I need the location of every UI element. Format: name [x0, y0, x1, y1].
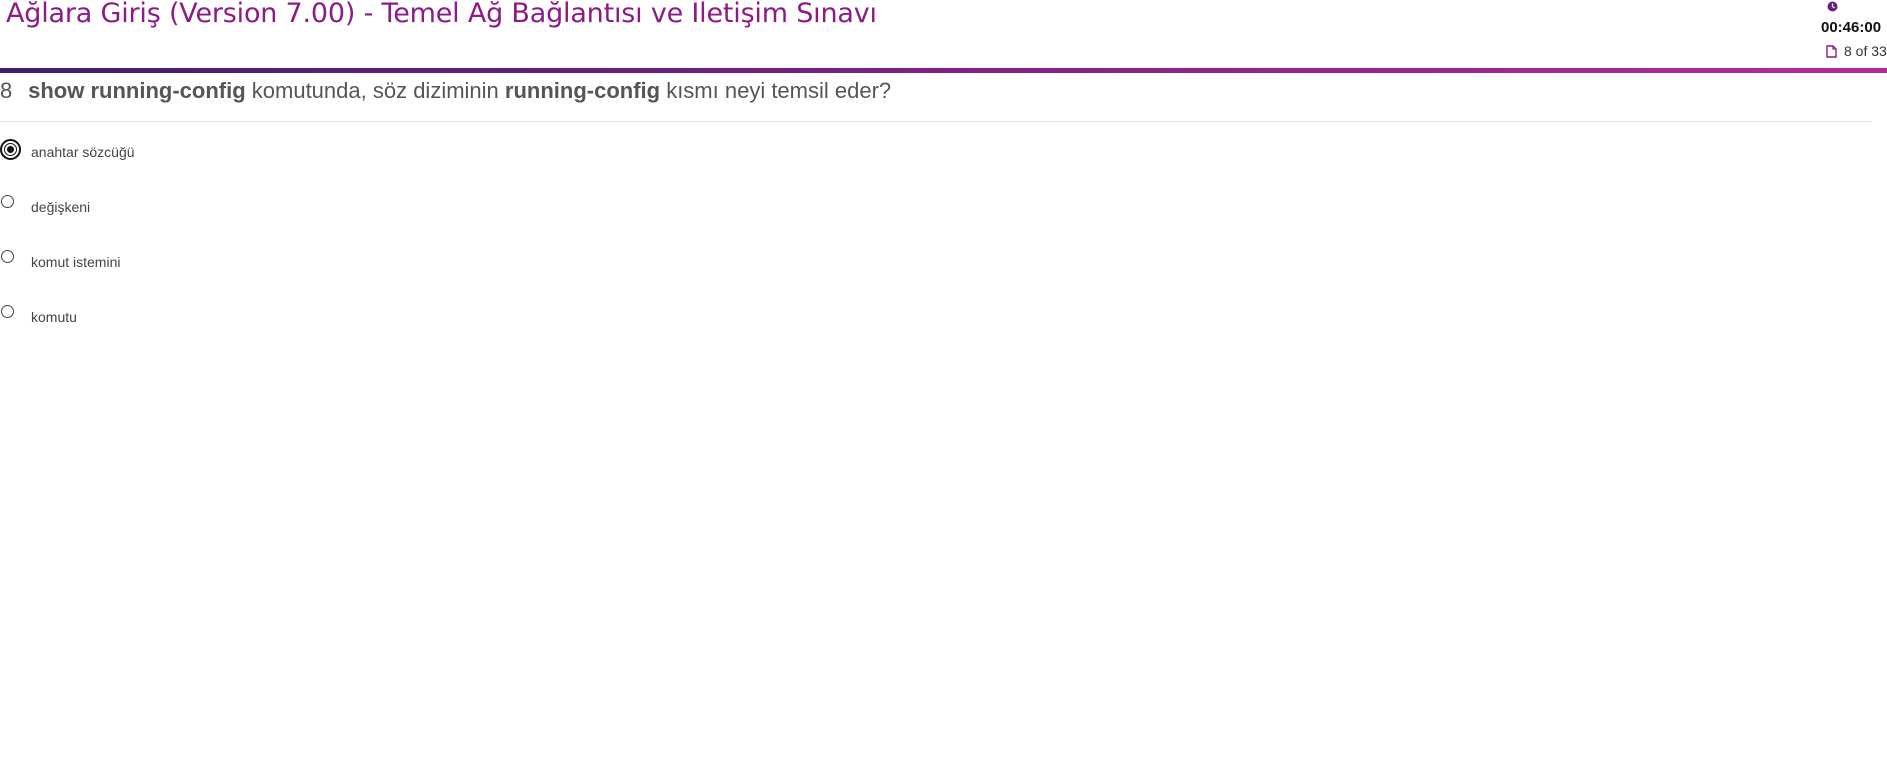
- answer-option[interactable]: komut istemini: [0, 246, 260, 272]
- radio-button[interactable]: [1, 305, 14, 318]
- answer-option-label: komut istemini: [31, 254, 121, 270]
- question-text: 8 show running-config komutunda, söz diz…: [0, 77, 1870, 105]
- radio-button[interactable]: [1, 195, 14, 208]
- radio-button-selected[interactable]: [0, 139, 21, 160]
- clock-icon: [1827, 1, 1838, 12]
- question-text-segment: kısmı neyi temsil eder?: [660, 78, 892, 103]
- question-keyword: running-config: [504, 78, 661, 103]
- answer-option-label: komutu: [31, 309, 77, 325]
- exam-title: Ağlara Giriş (Version 7.00) - Temel Ağ B…: [6, 0, 877, 29]
- answer-option-label: anahtar sözcüğü: [31, 144, 135, 160]
- exam-page: Ağlara Giriş (Version 7.00) - Temel Ağ B…: [0, 0, 1887, 773]
- header-accent-bar: [0, 68, 1887, 73]
- answer-option[interactable]: değişkeni: [0, 191, 260, 217]
- exam-header: Ağlara Giriş (Version 7.00) - Temel Ağ B…: [0, 0, 1887, 68]
- question-divider: [0, 121, 1872, 122]
- answer-option[interactable]: komutu: [0, 301, 260, 327]
- answer-option-label: değişkeni: [31, 199, 91, 215]
- question-text-segment: komutunda, söz diziminin: [245, 78, 505, 103]
- answer-option[interactable]: anahtar sözcüğü: [0, 136, 260, 162]
- document-icon: [1826, 45, 1837, 58]
- question-progress: 8 of 33: [1844, 43, 1887, 59]
- radio-button[interactable]: [1, 250, 14, 263]
- time-remaining: 00:46:00: [1821, 19, 1882, 36]
- question-keyword: show running-config: [28, 78, 246, 103]
- question-number: 8: [0, 78, 13, 103]
- exam-status: 00:46:00 8 of 33: [1820, 0, 1887, 66]
